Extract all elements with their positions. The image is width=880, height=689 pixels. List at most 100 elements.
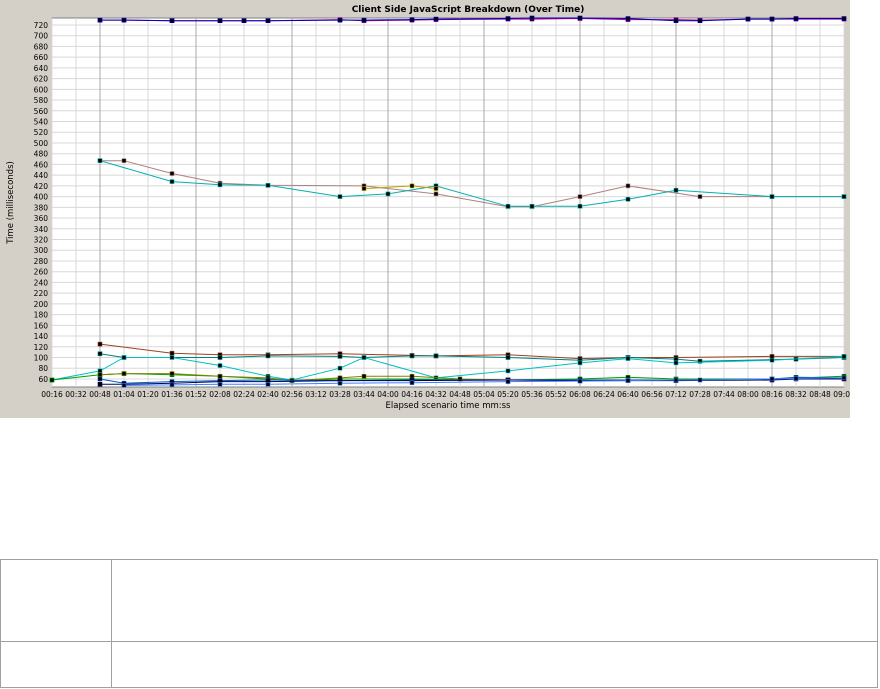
- y-tick-label: 320: [34, 236, 49, 245]
- y-tick-label: 380: [34, 203, 49, 212]
- x-tick-label: 07:44: [713, 390, 735, 399]
- data-point: [577, 194, 583, 199]
- y-tick-label: 200: [34, 300, 49, 309]
- data-point: [265, 353, 271, 359]
- chart-panel: 60 80 100 120 140 160 180 200 220 240 260 280 300 320…: [0, 0, 850, 418]
- data-point: [841, 375, 847, 381]
- data-point: [769, 194, 775, 199]
- data-point: [625, 356, 631, 361]
- data-point: [361, 186, 367, 191]
- x-tick-label: 05:52: [545, 390, 567, 399]
- data-point: [769, 357, 775, 363]
- data-point: [625, 196, 631, 202]
- data-point: [769, 354, 775, 359]
- x-tick-label: 05:04: [473, 390, 495, 399]
- data-point: [121, 371, 127, 376]
- x-tick-label: 02:40: [257, 390, 279, 399]
- data-point: [385, 191, 391, 197]
- data-point: [673, 377, 679, 383]
- y-tick-label: 340: [34, 225, 49, 234]
- data-point: [361, 17, 367, 23]
- data-point: [97, 351, 103, 357]
- data-point: [433, 16, 439, 22]
- data-point: [697, 377, 703, 383]
- data-point: [97, 17, 103, 23]
- table-cell: [111, 559, 878, 642]
- y-tick-label: 360: [34, 214, 49, 223]
- x-tick-label: 01:20: [137, 390, 159, 399]
- data-point: [505, 355, 511, 360]
- x-tick-label: 04:16: [401, 390, 423, 399]
- y-tick-label: 560: [34, 107, 49, 116]
- x-tick-label: 07:12: [665, 390, 687, 399]
- data-point: [841, 16, 847, 21]
- data-point: [505, 379, 511, 384]
- data-point: [217, 182, 223, 188]
- notes-table: [0, 559, 878, 688]
- x-tick-label: 04:32: [425, 390, 447, 399]
- data-point: [625, 183, 631, 189]
- data-point: [217, 373, 223, 379]
- data-point: [97, 368, 103, 374]
- table-cell: [111, 641, 878, 688]
- data-point: [793, 16, 799, 21]
- data-point: [529, 15, 535, 21]
- table-row: [0, 559, 878, 642]
- data-point: [433, 186, 439, 191]
- y-tick-label: 520: [34, 128, 49, 137]
- y-tick-label: 60: [38, 375, 48, 384]
- x-tick-label: 03:44: [353, 390, 375, 399]
- chart-title: Client Side JavaScript Breakdown (Over T…: [352, 5, 585, 15]
- x-tick-label: 01:04: [113, 390, 135, 399]
- data-point: [169, 355, 175, 360]
- data-point: [217, 382, 223, 387]
- data-point: [169, 350, 175, 356]
- data-point: [217, 363, 223, 368]
- data-point: [697, 194, 703, 199]
- data-point: [265, 382, 271, 387]
- data-point: [121, 383, 127, 388]
- x-tick-label: 03:12: [305, 390, 327, 399]
- x-tick-label: 05:20: [497, 390, 519, 399]
- y-tick-label: 500: [34, 139, 49, 148]
- data-point: [337, 365, 343, 371]
- x-tick-label: 04:00: [377, 390, 399, 399]
- data-point: [841, 194, 847, 199]
- y-tick-label: 540: [34, 118, 49, 127]
- data-point: [361, 355, 367, 360]
- table-cell: [0, 559, 112, 642]
- x-tick-label: 01:36: [161, 390, 183, 399]
- x-tick-label: 00:16: [41, 390, 63, 399]
- x-tick-label: 08:32: [785, 390, 807, 399]
- y-tick-label: 620: [34, 75, 49, 84]
- y-tick-label: 100: [34, 354, 49, 363]
- data-point: [793, 376, 799, 381]
- line-chart: 6080100120140160180200220240260280300320…: [6, 5, 850, 411]
- y-tick-label: 160: [34, 321, 49, 330]
- x-tick-label: 02:08: [209, 390, 231, 399]
- y-tick-label: 460: [34, 160, 49, 169]
- y-tick-label: 680: [34, 42, 49, 51]
- data-point: [409, 183, 415, 189]
- y-tick-label: 140: [34, 332, 49, 341]
- x-tick-label: 04:48: [449, 390, 471, 399]
- y-tick-label: 220: [34, 289, 49, 298]
- data-point: [97, 382, 103, 387]
- plot-area: [51, 17, 845, 388]
- x-tick-label: 08:16: [761, 390, 783, 399]
- data-point: [169, 179, 175, 184]
- data-point: [841, 354, 847, 359]
- y-tick-label: 120: [34, 343, 49, 352]
- data-point: [769, 376, 775, 382]
- data-point: [577, 15, 583, 21]
- x-tick-label: 08:00: [737, 390, 759, 399]
- data-point: [673, 18, 679, 23]
- data-point: [49, 377, 55, 383]
- data-point: [121, 17, 127, 23]
- x-axis-label: Elapsed scenario time mm:ss: [386, 401, 512, 411]
- data-point: [769, 16, 775, 22]
- data-point: [217, 355, 223, 360]
- y-tick-label: 700: [34, 32, 49, 41]
- x-tick-label: 06:24: [593, 390, 615, 399]
- y-tick-label: 580: [34, 96, 49, 105]
